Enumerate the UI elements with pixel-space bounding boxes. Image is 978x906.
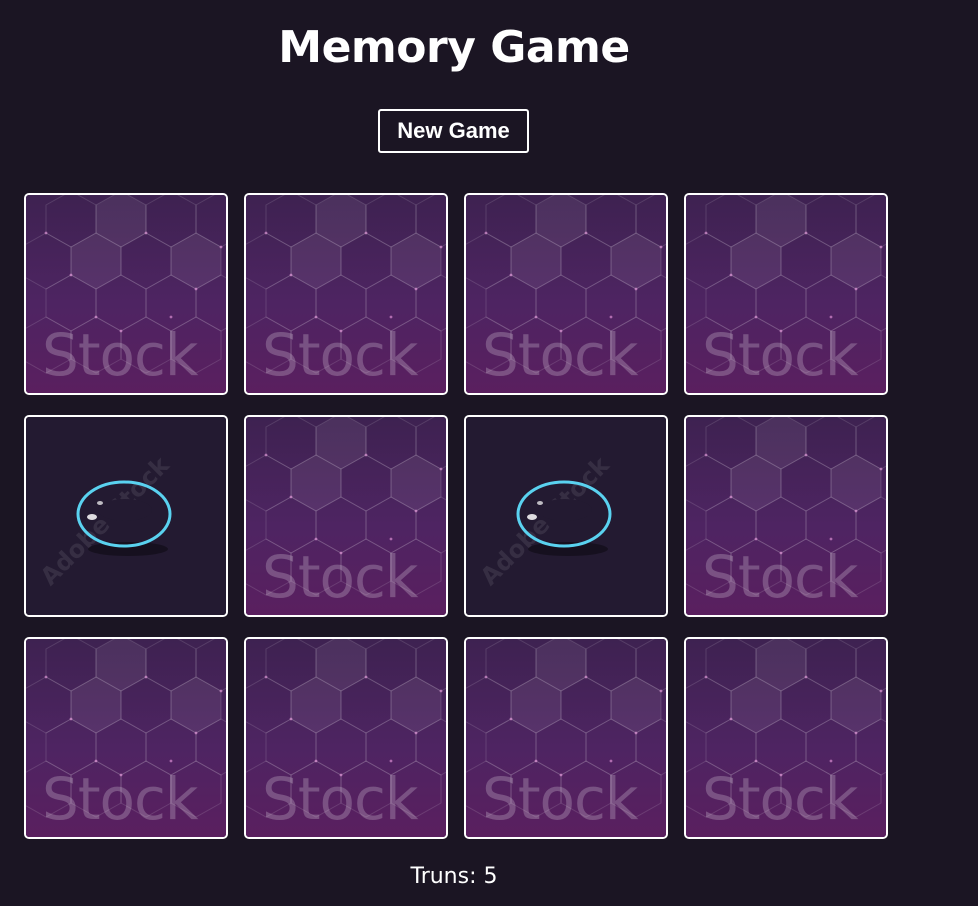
memory-card-7[interactable]: Stock Adobe Stock [464, 415, 668, 617]
stock-watermark: Stock [42, 765, 199, 833]
card-back: Stock [246, 417, 446, 615]
card-back: Stock [246, 639, 446, 837]
new-game-button[interactable]: New Game [378, 109, 529, 153]
stock-watermark: Stock [702, 765, 859, 833]
card-grid: Stock Adobe Stock [24, 193, 888, 839]
memory-card-2[interactable]: Stock Adobe Stock [244, 193, 448, 395]
memory-card-9[interactable]: Stock Adobe Stock [24, 637, 228, 839]
memory-card-4[interactable]: Stock Adobe Stock [684, 193, 888, 395]
card-back: Stock [246, 195, 446, 393]
gold-ring-icon [502, 480, 612, 556]
stock-watermark: Stock [702, 543, 859, 611]
card-back: Stock [686, 639, 886, 837]
memory-card-3[interactable]: Stock Adobe Stock [464, 193, 668, 395]
memory-card-6[interactable]: Stock Adobe Stock [244, 415, 448, 617]
memory-card-1[interactable]: Stock Adobe Stock [24, 193, 228, 395]
card-front: Adobe Stock [26, 417, 226, 615]
card-back: Stock [686, 195, 886, 393]
stock-watermark: Stock [482, 321, 639, 389]
card-back: Stock [686, 417, 886, 615]
stock-watermark: Stock [262, 765, 419, 833]
stock-watermark: Stock [702, 321, 859, 389]
stock-watermark: Stock [482, 765, 639, 833]
card-back: Stock [26, 195, 226, 393]
card-front: Adobe Stock [466, 417, 666, 615]
page-title: Memory Game [278, 22, 630, 73]
stock-watermark: Stock [262, 543, 419, 611]
card-back: Stock [26, 639, 226, 837]
gold-ring-icon [62, 480, 172, 556]
memory-card-12[interactable]: Stock Adobe Stock [684, 637, 888, 839]
card-back: Stock [466, 195, 666, 393]
memory-card-5[interactable]: Stock Adobe Stock [24, 415, 228, 617]
stock-watermark: Stock [42, 321, 199, 389]
memory-card-11[interactable]: Stock Adobe Stock [464, 637, 668, 839]
stock-watermark: Stock [262, 321, 419, 389]
memory-card-10[interactable]: Stock Adobe Stock [244, 637, 448, 839]
memory-card-8[interactable]: Stock Adobe Stock [684, 415, 888, 617]
card-back: Stock [466, 639, 666, 837]
turns-counter: Truns: 5 [410, 864, 498, 889]
